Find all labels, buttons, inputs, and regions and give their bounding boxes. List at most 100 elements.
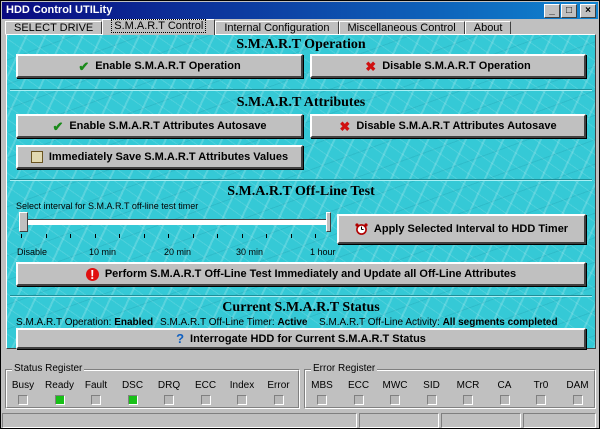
error-register-led-indicator [536, 395, 546, 405]
error-register-bit-tr0: Tr0 [526, 380, 556, 405]
disable-autosave-label: Disable S.M.A.R.T Attributes Autosave [356, 120, 557, 132]
tick-label-1hour: 1 hour [310, 247, 336, 257]
tab-internal-configuration[interactable]: Internal Configuration [215, 21, 339, 35]
error-register-led-indicator [426, 395, 437, 405]
x-icon: ✖ [365, 58, 377, 74]
perform-offline-test-button[interactable]: ! Perform S.M.A.R.T Off-Line Test Immedi… [16, 262, 586, 286]
status-bar [2, 413, 598, 428]
save-attributes-now-label: Immediately Save S.M.A.R.T Attributes Va… [48, 151, 289, 163]
disable-autosave-button[interactable]: ✖ Disable S.M.A.R.T Attributes Autosave [310, 114, 586, 138]
save-disk-icon [30, 151, 43, 163]
enable-autosave-button[interactable]: ✔ Enable S.M.A.R.T Attributes Autosave [16, 114, 303, 138]
error-register-led-indicator [499, 395, 510, 405]
slider-track[interactable] [21, 219, 327, 225]
slider-tick [119, 234, 120, 238]
error-register-bit-dam: DAM [563, 380, 593, 405]
status-register-bit-index: Index [227, 380, 257, 405]
status-register-led-indicator [237, 395, 247, 405]
status-register-led-indicator [127, 395, 138, 405]
status-register-bit-label: Index [229, 380, 255, 391]
section-divider [10, 295, 592, 297]
status-register-bit-label: DRQ [157, 380, 181, 391]
status-register-bit-label: Busy [11, 380, 35, 391]
status-operation-value: Enabled [114, 317, 154, 328]
status-register-bit-drq: DRQ [154, 380, 184, 405]
app-window: HDD Control UTILity _ □ × SELECT DRIVE S… [0, 0, 600, 429]
section-divider [10, 179, 592, 181]
slider-tick [168, 234, 169, 238]
check-icon: ✔ [52, 118, 64, 134]
tab-smart-control[interactable]: S.M.A.R.T Control [102, 19, 216, 35]
window-controls: _ □ × [543, 4, 596, 18]
interval-slider[interactable] [16, 212, 332, 235]
interval-slider-caption: Select interval for S.M.A.R.T off-line t… [16, 201, 199, 211]
error-register-bit-mcr: MCR [453, 380, 483, 405]
minimize-button[interactable]: _ [544, 4, 560, 18]
status-timer-label: S.M.A.R.T Off-Line Timer: [160, 317, 275, 328]
error-register-bit-label: MBS [311, 380, 333, 391]
error-register-led-indicator [353, 395, 364, 405]
apply-interval-button[interactable]: Apply Selected Interval to HDD Timer [337, 214, 586, 244]
slider-tick [70, 234, 71, 238]
status-bar-cell [359, 413, 439, 428]
slider-tick [192, 234, 194, 238]
status-register-title: Status Register [12, 363, 85, 374]
error-register-bit-label: MWC [382, 380, 408, 391]
error-register-bit-ca: CA [490, 380, 520, 405]
maximize-button[interactable]: □ [561, 4, 577, 18]
tick-label-10min: 10 min [89, 247, 117, 257]
slider-end-cap [326, 212, 331, 232]
status-register-group: Status Register Busy Ready Fault DSC DRQ ECC I… [5, 363, 300, 409]
status-register-bit-ready: Ready [45, 380, 75, 405]
status-register-bit-label: Ready [45, 380, 74, 391]
slider-tick [315, 234, 316, 238]
check-icon: ✔ [78, 58, 90, 74]
x-icon: ✖ [339, 118, 351, 134]
status-register-bit-label: ECC [194, 380, 217, 391]
window-title: HDD Control UTILity [6, 4, 113, 16]
section-divider [10, 89, 592, 91]
disable-smart-operation-button[interactable]: ✖ Disable S.M.A.R.T Operation [310, 54, 586, 78]
tab-about[interactable]: About [464, 21, 512, 35]
error-register-bit-label: ECC [347, 380, 370, 391]
status-register-bit-fault: Fault [81, 380, 111, 405]
status-timer-value: Active [277, 317, 308, 328]
status-offline-timer: S.M.A.R.T Off-Line Timer: Active [160, 317, 307, 328]
warning-icon: ! [85, 267, 99, 281]
status-bar-cell [523, 413, 596, 428]
status-register-led-indicator [273, 395, 284, 405]
status-operation: S.M.A.R.T Operation: Enabled [16, 317, 153, 328]
save-attributes-now-button[interactable]: Immediately Save S.M.A.R.T Attributes Va… [16, 145, 303, 169]
tab-strip: SELECT DRIVE S.M.A.R.T Control Internal … [5, 19, 512, 35]
apply-interval-label: Apply Selected Interval to HDD Timer [373, 223, 569, 235]
tab-miscellaneous-control[interactable]: Miscellaneous Control [338, 21, 465, 35]
error-register-bit-sid: SID [417, 380, 447, 405]
slider-tick [217, 234, 218, 238]
status-activity-label: S.M.A.R.T Off-Line Activity: [319, 317, 440, 328]
status-register-bit-label: Fault [84, 380, 108, 391]
slider-tick [241, 234, 243, 238]
error-register-bit-label: CA [497, 380, 512, 391]
offline-test-title: S.M.A.R.T Off-Line Test [227, 184, 375, 199]
tab-select-drive[interactable]: SELECT DRIVE [5, 21, 103, 35]
close-button[interactable]: × [580, 4, 596, 18]
tick-label-disable: Disable [17, 247, 48, 257]
status-offline-activity: S.M.A.R.T Off-Line Activity: All segment… [319, 317, 558, 328]
error-register-title: Error Register [311, 363, 378, 374]
status-bar-cell [441, 413, 521, 428]
status-register-led-indicator [18, 395, 28, 405]
current-status-title: Current S.M.A.R.T Status [222, 300, 380, 315]
error-register-led-indicator [572, 395, 583, 405]
status-register-bit-label: DSC [121, 380, 144, 391]
interrogate-hdd-button[interactable]: ? Interrogate HDD for Current S.M.A.R.T … [16, 328, 586, 349]
error-register-bit-mbs: MBS [307, 380, 337, 405]
enable-smart-operation-button[interactable]: ✔ Enable S.M.A.R.T Operation [16, 54, 303, 78]
error-register-led-indicator [463, 395, 473, 405]
error-register-bit-label: DAM [566, 380, 589, 391]
status-register-led-indicator [91, 395, 101, 405]
slider-thumb[interactable] [19, 212, 28, 232]
slider-tick [143, 234, 145, 238]
slider-tick [266, 234, 267, 238]
disable-smart-operation-label: Disable S.M.A.R.T Operation [382, 60, 531, 72]
title-bar[interactable]: HDD Control UTILity _ □ × [2, 2, 598, 19]
